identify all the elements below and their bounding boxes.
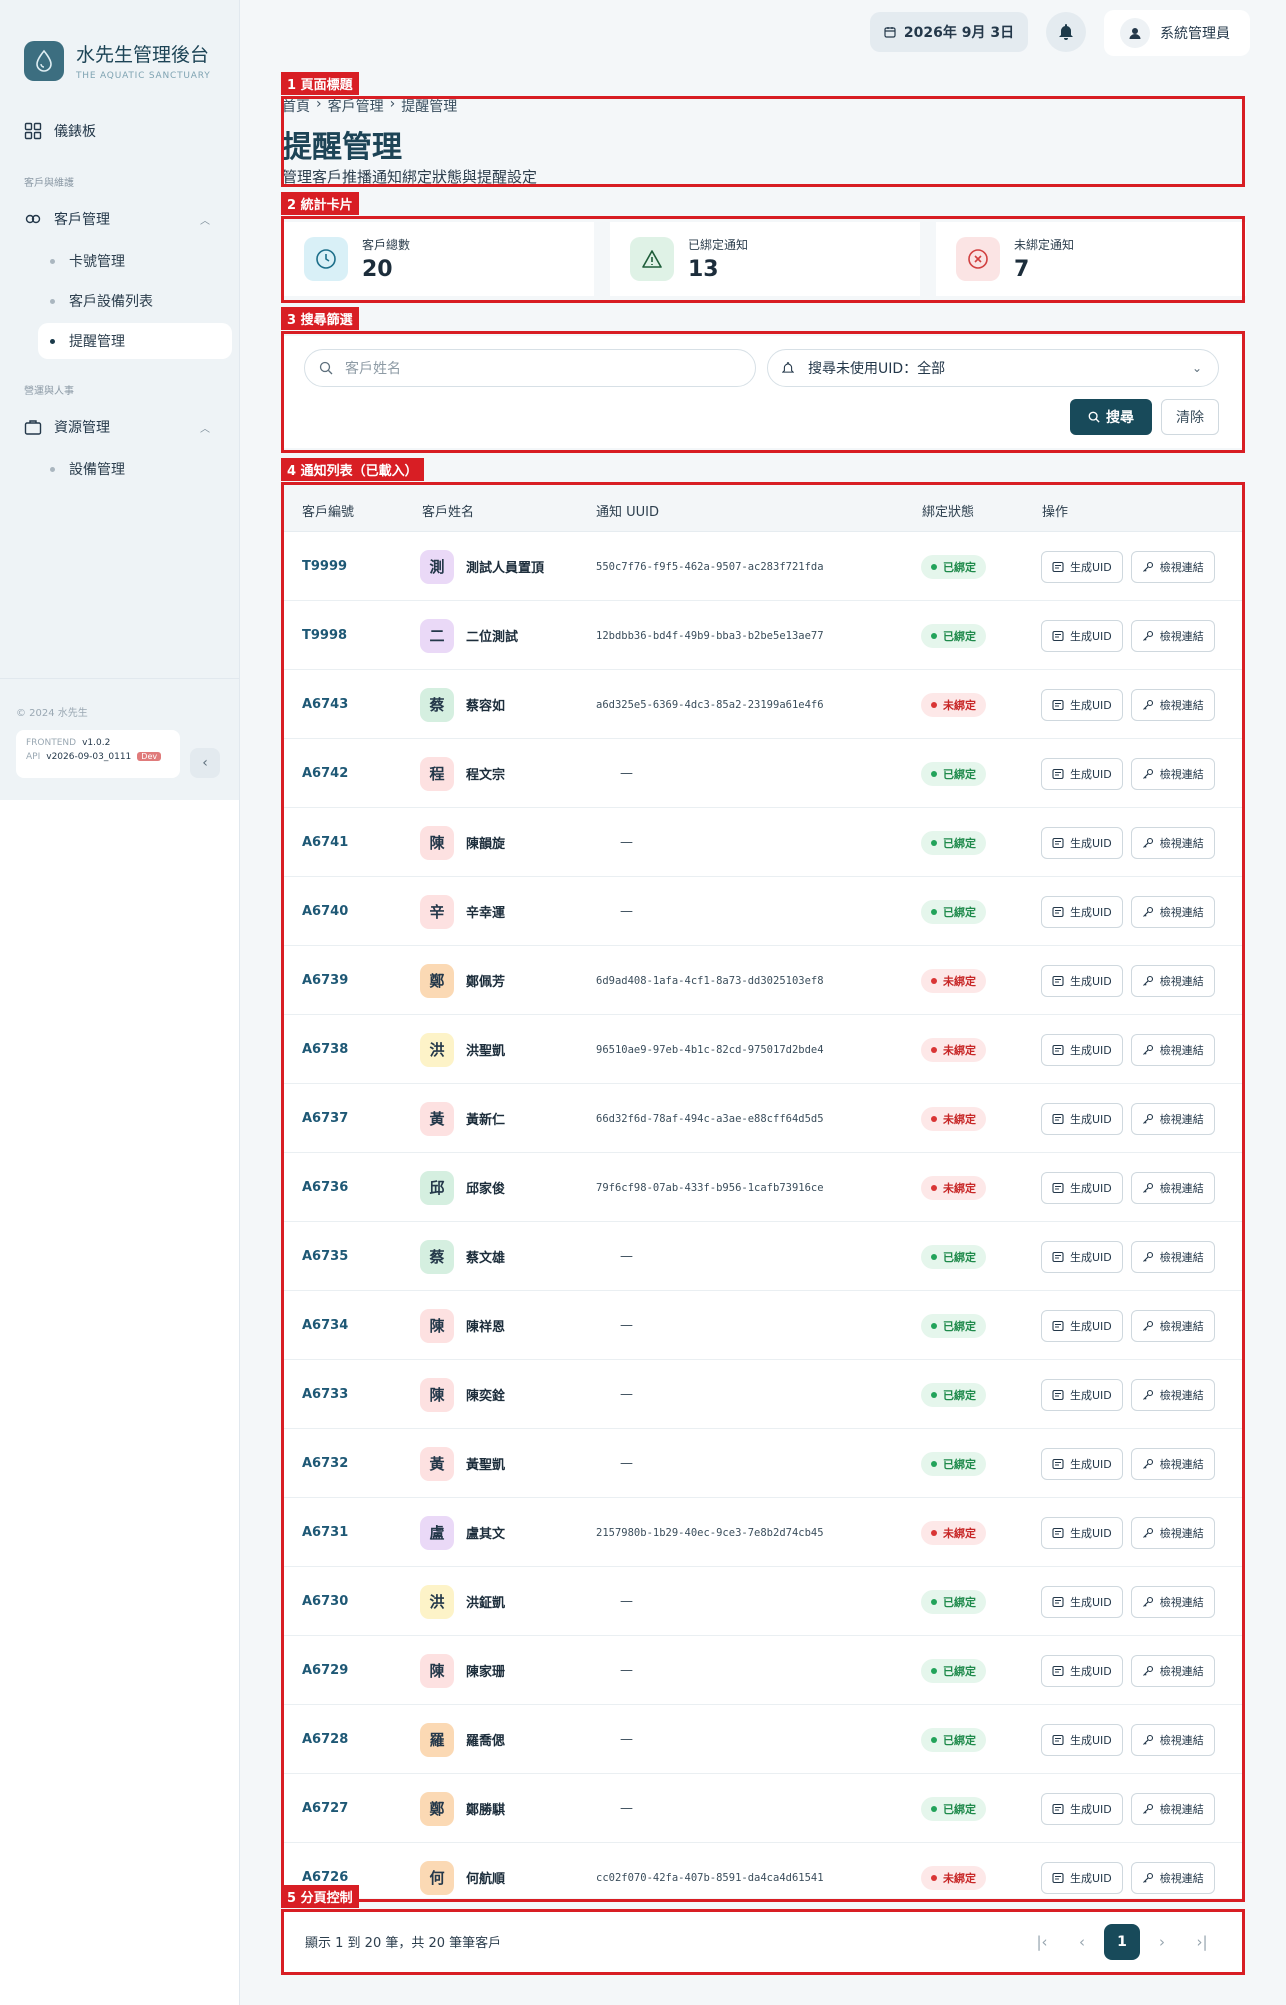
link-icon bbox=[25, 214, 41, 224]
date-display: 2026年 9月 3日 bbox=[870, 12, 1028, 52]
nav-equipment-management[interactable]: 設備管理 bbox=[38, 451, 232, 487]
chevron-up-icon: ︿ bbox=[200, 215, 210, 227]
nav-dashboard-label: 儀錶板 bbox=[54, 124, 96, 140]
sidebar-divider bbox=[0, 678, 240, 679]
chevron-left-icon: ‹ bbox=[202, 755, 208, 771]
annotation-box-table bbox=[281, 482, 1245, 1902]
grid-icon bbox=[24, 122, 42, 140]
nav-section-operations: 營運與人事 bbox=[24, 386, 74, 397]
user-menu[interactable]: 系統管理員 bbox=[1104, 10, 1250, 56]
nav-equipment-label: 設備管理 bbox=[69, 462, 125, 478]
copyright: © 2024 水先生 bbox=[16, 708, 88, 719]
calendar-icon bbox=[884, 27, 896, 38]
bullet-icon bbox=[50, 338, 55, 344]
nav-resource-management[interactable]: 資源管理 ︿ bbox=[24, 410, 220, 444]
annotation-label-pagination: 5 分頁控制 bbox=[281, 1885, 359, 1908]
brand[interactable]: 水先生管理後台 THE AQUATIC SANCTUARY bbox=[24, 40, 216, 81]
annotation-label-stats: 2 統計卡片 bbox=[281, 192, 359, 215]
annotation-label-table: 4 通知列表（已載入） bbox=[281, 458, 424, 481]
water-drop-logo-icon bbox=[24, 40, 64, 81]
user-icon bbox=[1120, 18, 1150, 48]
nav-device-list[interactable]: 客戶設備列表 bbox=[38, 283, 232, 319]
api-version: v2026-09-03_0111 bbox=[46, 752, 132, 762]
nav-card-management[interactable]: 卡號管理 bbox=[38, 243, 232, 279]
notifications-button[interactable] bbox=[1046, 12, 1086, 52]
briefcase-icon bbox=[24, 420, 42, 435]
api-label: API bbox=[26, 752, 41, 762]
nav-reminder-label: 提醒管理 bbox=[69, 334, 125, 350]
user-name: 系統管理員 bbox=[1160, 26, 1230, 42]
annotation-box-filter bbox=[281, 331, 1245, 453]
nav-dashboard[interactable]: 儀錶板 bbox=[24, 114, 220, 148]
frontend-version: v1.0.2 bbox=[82, 738, 111, 748]
nav-reminder-management[interactable]: 提醒管理 bbox=[38, 323, 232, 359]
bullet-icon bbox=[50, 466, 55, 472]
env-badge: Dev bbox=[137, 752, 162, 761]
nav-device-label: 客戶設備列表 bbox=[69, 294, 153, 310]
bullet-icon bbox=[50, 298, 55, 304]
date-text: 2026年 9月 3日 bbox=[903, 25, 1015, 41]
collapse-sidebar-button[interactable]: ‹ bbox=[190, 748, 220, 778]
bell-icon bbox=[1059, 24, 1073, 40]
nav-card-label: 卡號管理 bbox=[69, 254, 125, 270]
annotation-label-filter: 3 搜尋篩選 bbox=[281, 307, 359, 330]
sidebar: 水先生管理後台 THE AQUATIC SANCTUARY 儀錶板 客戶與維護 … bbox=[0, 0, 240, 800]
nav-resource-label: 資源管理 bbox=[54, 420, 110, 436]
bullet-icon bbox=[50, 258, 55, 264]
frontend-label: FRONTEND bbox=[26, 738, 77, 748]
version-info: FRONTEND v1.0.2 API v2026-09-03_0111 Dev bbox=[16, 730, 180, 778]
annotation-box-page-header bbox=[281, 96, 1245, 187]
nav-customer-management[interactable]: 客戶管理 ︿ bbox=[24, 202, 220, 236]
nav-customer-label: 客戶管理 bbox=[54, 212, 110, 228]
brand-title: 水先生管理後台 bbox=[76, 44, 210, 66]
annotation-box-stats bbox=[281, 216, 1245, 303]
brand-subtitle: THE AQUATIC SANCTUARY bbox=[76, 71, 211, 81]
sidebar-lower-area bbox=[0, 800, 240, 2005]
chevron-up-icon: ︿ bbox=[200, 423, 210, 435]
annotation-box-pagination bbox=[281, 1909, 1245, 1975]
nav-section-customer: 客戶與維護 bbox=[24, 178, 74, 189]
annotation-label-page-header: 1 頁面標題 bbox=[281, 72, 359, 95]
